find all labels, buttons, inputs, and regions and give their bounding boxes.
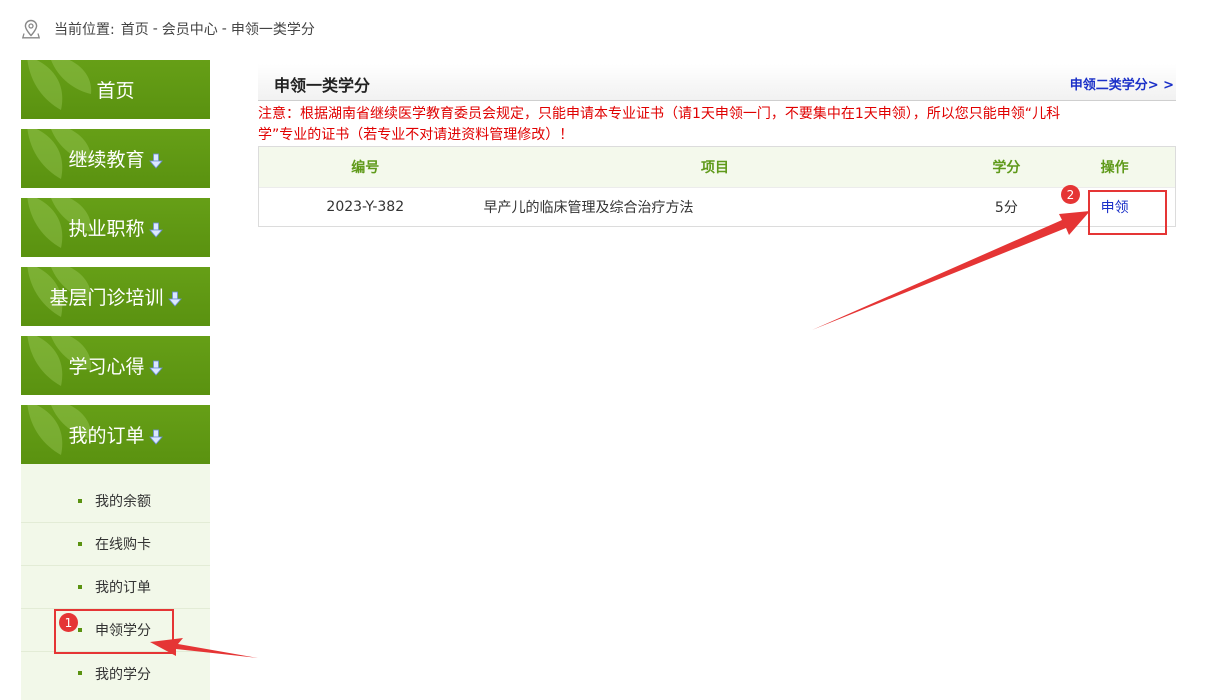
arrow-down-icon: [148, 153, 163, 169]
orders-submenu: 我的余额 在线购卡 我的订单 申领学分 我的学分: [21, 464, 210, 700]
panel-header: 申领一类学分 申领二类学分> >: [258, 64, 1176, 101]
submenu-item-label: 我的余额: [95, 494, 151, 510]
breadcrumb-prefix: 当前位置:: [54, 22, 115, 38]
cell-code: 2023-Y-382: [326, 199, 405, 215]
submenu-item-label: 在线购卡: [95, 537, 151, 553]
sidebar-item-continuing-education[interactable]: 继续教育: [21, 129, 210, 188]
sidebar-item-primary-clinic-training[interactable]: 基层门诊培训: [21, 267, 210, 326]
submenu-item-orders[interactable]: 我的订单: [21, 566, 210, 609]
breadcrumb: 当前位置: 首页 - 会员中心 - 申领一类学分: [22, 18, 315, 40]
sidebar-item-label: 执业职称: [68, 218, 145, 240]
submenu-item-my-credits[interactable]: 我的学分: [21, 652, 210, 695]
breadcrumb-home-link[interactable]: 首页: [121, 19, 149, 39]
cell-credit: 5分: [994, 200, 1018, 216]
column-header-action: 操作: [1100, 160, 1129, 176]
bullet-icon: [78, 585, 82, 589]
sidebar-item-study-notes[interactable]: 学习心得: [21, 336, 210, 395]
cell-project: 早产儿的临床管理及综合治疗方法: [483, 200, 694, 216]
sidebar-item-label: 基层门诊培训: [49, 287, 164, 309]
arrow-down-icon: [148, 429, 163, 445]
submenu-item-label: 我的订单: [95, 580, 151, 596]
bullet-icon: [78, 499, 82, 503]
breadcrumb-separator: -: [152, 21, 158, 37]
credits-table: 编号 项目 学分 操作 2023-Y-382 早产儿的临床管理及综合治疗方法 5…: [258, 146, 1176, 227]
page-title: 申领一类学分: [274, 76, 371, 95]
breadcrumb-member-center-link[interactable]: 会员中心: [162, 19, 218, 39]
breadcrumb-separator: -: [221, 21, 227, 37]
sidebar-item-label: 我的订单: [68, 425, 145, 447]
arrow-down-icon: [167, 291, 182, 307]
bullet-icon: [78, 542, 82, 546]
notice-text: 注意：根据湖南省继续医学教育委员会规定，只能申请本专业证书（请1天申领一门，不要…: [258, 106, 1061, 143]
arrow-down-icon: [148, 360, 163, 376]
column-header-code: 编号: [351, 160, 380, 176]
column-header-project: 项目: [701, 160, 729, 176]
sidebar-item-home[interactable]: 首页: [21, 60, 210, 119]
table-header-row: 编号 项目 学分 操作: [259, 147, 1175, 187]
step-badge-2: 2: [1061, 185, 1080, 204]
sidebar-item-my-orders[interactable]: 我的订单: [21, 405, 210, 464]
sidebar-item-label: 继续教育: [68, 149, 145, 171]
location-icon: [22, 19, 40, 39]
leaf-decoration-icon: [27, 60, 92, 110]
bullet-icon: [78, 671, 82, 675]
arrow-icon: [812, 211, 1090, 330]
submenu-item-balance[interactable]: 我的余额: [21, 480, 210, 523]
sidebar-item-label: 学习心得: [68, 356, 145, 378]
sidebar-item-label: 首页: [96, 80, 135, 102]
highlight-box-claim-button: [1088, 190, 1167, 235]
claim-class-two-credits-link[interactable]: 申领二类学分> >: [1070, 74, 1174, 93]
arrow-down-icon: [148, 222, 163, 238]
column-header-credit: 学分: [992, 160, 1021, 176]
step-badge-1: 1: [59, 613, 78, 632]
table-row: 2023-Y-382 早产儿的临床管理及综合治疗方法 5分 申领: [259, 187, 1175, 226]
sidebar-item-professional-title[interactable]: 执业职称: [21, 198, 210, 257]
submenu-item-buy-card[interactable]: 在线购卡: [21, 523, 210, 566]
submenu-item-label: 我的学分: [95, 666, 151, 683]
sidebar: 首页 继续教育 执业职称 基层门诊培训 学习心得 我的订单 我的余额 在线购卡: [21, 60, 210, 700]
breadcrumb-current-page: 申领一类学分: [230, 22, 315, 38]
